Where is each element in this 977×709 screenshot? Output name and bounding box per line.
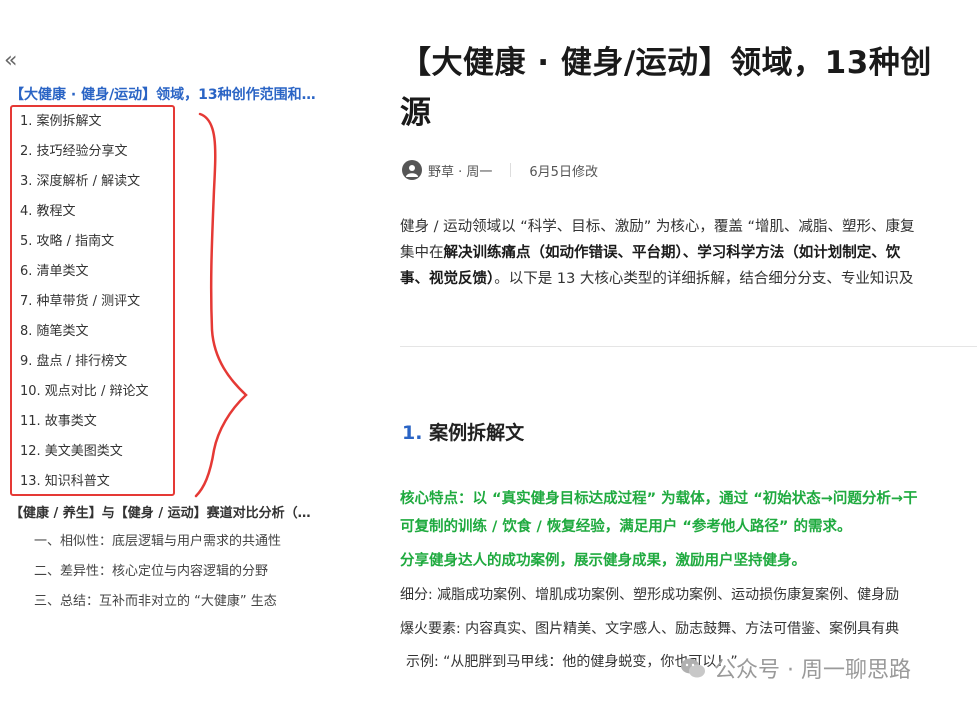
toc-item-6[interactable]: 6. 清单类文 <box>20 260 148 290</box>
core-features-line-1: 核心特点：以 “真实健身目标达成过程” 为载体，通过 “初始状态→问题分析→干 <box>400 491 918 507</box>
toc-item-3[interactable]: 3. 深度解析 / 解读文 <box>20 170 148 200</box>
section-heading: 1. 案例拆解文 <box>402 418 524 445</box>
toc-list: 1. 案例拆解文 2. 技巧经验分享文 3. 深度解析 / 解读文 4. 教程文… <box>20 110 148 500</box>
subcategories-text: 细分: 减脂成功案例、增肌成功案例、塑形成功案例、运动损伤康复案例、健身励 <box>400 587 900 603</box>
red-brace-annotation <box>194 112 248 498</box>
toc-item-1[interactable]: 1. 案例拆解文 <box>20 110 148 140</box>
toc-item-4[interactable]: 4. 教程文 <box>20 200 148 230</box>
author-name[interactable]: 野草 · 周一 <box>428 161 492 180</box>
collapse-sidebar-icon[interactable]: « <box>4 50 17 72</box>
toc-item-12[interactable]: 12. 美文美图类文 <box>20 440 148 470</box>
section-title-text: 案例拆解文 <box>429 422 525 444</box>
toc-sub-list: 一、相似性：底层逻辑与用户需求的共通性 二、差异性：核心定位与内容逻辑的分野 三… <box>34 532 281 622</box>
toc-item-11[interactable]: 11. 故事类文 <box>20 410 148 440</box>
toc-item-5[interactable]: 5. 攻略 / 指南文 <box>20 230 148 260</box>
intro-line-1: 健身 / 运动领域以 “科学、目标、激励” 为核心，覆盖 “增肌、减脂、塑形、康… <box>400 219 915 235</box>
toc-item-7[interactable]: 7. 种草带货 / 测评文 <box>20 290 148 320</box>
modified-date: 6月5日修改 <box>529 164 598 180</box>
toc-item-8[interactable]: 8. 随笔类文 <box>20 320 148 350</box>
watermark-text: 公众号 · 周一聊思路 <box>714 658 911 683</box>
wechat-icon <box>681 658 705 678</box>
toc-title-link[interactable]: 【大健康 · 健身/运动】领域，13种创作范围和… <box>10 84 340 104</box>
meta-divider <box>510 163 512 177</box>
toc-item-13[interactable]: 13. 知识科普文 <box>20 470 148 500</box>
toc-sub-item-2[interactable]: 二、差异性：核心定位与内容逻辑的分野 <box>34 562 281 592</box>
toc-item-10[interactable]: 10. 观点对比 / 辩论文 <box>20 380 148 410</box>
toc-title-comparison[interactable]: 【健康 / 养生】与【健身 / 运动】赛道对比分析（… <box>10 502 340 521</box>
toc-item-2[interactable]: 2. 技巧经验分享文 <box>20 140 148 170</box>
intro-line-3: 事、视觉反馈）。以下是 13 大核心类型的详细拆解，结合细分分支、专业知识及 <box>400 271 914 287</box>
toc-item-9[interactable]: 9. 盘点 / 排行榜文 <box>20 350 148 380</box>
article-meta: 野草 · 周一 6月5日修改 <box>402 160 598 180</box>
intro-paragraph: 健身 / 运动领域以 “科学、目标、激励” 为核心，覆盖 “增肌、减脂、塑形、康… <box>400 214 977 292</box>
toc-sub-item-3[interactable]: 三、总结：互补而非对立的 “大健康” 生态 <box>34 592 281 622</box>
avatar[interactable] <box>402 160 422 180</box>
section-divider <box>400 346 977 347</box>
article-title: 【大健康 · 健身/运动】领域，13种创 源 <box>400 45 932 131</box>
watermark: 公众号 · 周一聊思路 <box>680 652 911 684</box>
intro-line-2: 集中在解决训练痛点（如动作错误、平台期）、学习科学方法（如计划制定、饮 <box>400 245 901 261</box>
section-number: 1. <box>402 422 423 444</box>
highlight-summary: 分享健身达人的成功案例，展示健身成果，激励用户坚持健身。 <box>400 553 806 569</box>
viral-elements-text: 爆火要素: 内容真实、图片精美、文字感人、励志鼓舞、方法可借鉴、案例具有典 <box>400 621 900 637</box>
toc-sub-item-1[interactable]: 一、相似性：底层逻辑与用户需求的共通性 <box>34 532 281 562</box>
core-features-line-2: 可复制的训练 / 饮食 / 恢复经验，满足用户 “参考他人路径” 的需求。 <box>400 519 852 535</box>
user-icon <box>406 165 418 177</box>
